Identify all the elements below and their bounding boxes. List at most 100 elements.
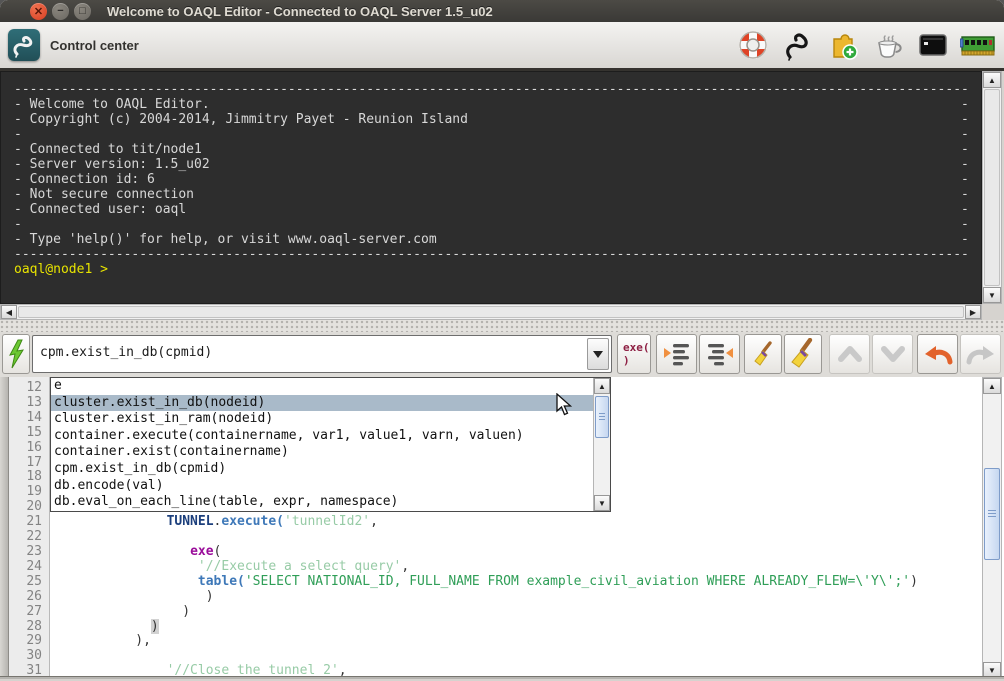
line-number: 20: [26, 500, 42, 515]
line-number: 18: [26, 470, 42, 485]
line-number: 15: [26, 426, 42, 441]
big-broom-icon: [788, 338, 818, 370]
editor-vscroll-thumb[interactable]: [984, 468, 1000, 560]
autocomplete-item[interactable]: cpm.exist_in_db(cpmid): [51, 461, 593, 478]
format-shift-left-icon: [705, 340, 735, 368]
coffee-icon[interactable]: [869, 26, 907, 64]
autocomplete-dropdown: ecluster.exist_in_db(nodeid)cluster.exis…: [50, 377, 611, 512]
terminal-line: - Not secure connection -: [14, 187, 969, 202]
line-number: 28: [26, 620, 42, 635]
undo-button[interactable]: [917, 334, 958, 374]
command-combobox[interactable]: cpm.exist_in_db(cpmid): [32, 335, 612, 373]
small-broom-icon: [750, 340, 776, 368]
redo-button[interactable]: [960, 334, 1001, 374]
redo-icon: [966, 341, 996, 367]
titlebar[interactable]: ✕ − □ Welcome to OAQL Editor - Connected…: [0, 0, 1004, 22]
console-scroll-down-icon[interactable]: ▼: [983, 287, 1001, 303]
code-line: exe(: [57, 545, 918, 560]
line-number: 12: [26, 381, 42, 396]
execute-lightning-button[interactable]: [2, 334, 30, 374]
editor-scroll-up-icon[interactable]: ▲: [983, 378, 1001, 394]
console-vscroll-thumb[interactable]: [984, 89, 1000, 286]
plugin-add-icon[interactable]: [824, 26, 862, 64]
console-output-panel[interactable]: ----------------------------------------…: [0, 71, 982, 304]
code-line: [57, 649, 918, 664]
terminal-line: - Connection id: 6 -: [14, 172, 969, 187]
autocomplete-scrollbar[interactable]: ▲ ▼: [593, 378, 610, 511]
oaql-editor-window: ✕ − □ Welcome to OAQL Editor - Connected…: [0, 0, 1004, 681]
console-hscroll-thumb[interactable]: [18, 306, 964, 318]
line-number: 25: [26, 575, 42, 590]
control-center-toolbar: Control center: [0, 22, 1004, 71]
terminal-line: ----------------------------------------…: [14, 82, 969, 97]
history-down-button[interactable]: [872, 334, 913, 374]
editor-collapse-strip[interactable]: [0, 377, 9, 679]
history-up-button[interactable]: [829, 334, 870, 374]
code-line: TUNNEL.execute('tunnelId2',: [57, 515, 918, 530]
code-line: ): [57, 605, 918, 620]
console-scroll-left-icon[interactable]: ◀: [1, 305, 17, 319]
autocomplete-scroll-down-icon[interactable]: ▼: [594, 495, 610, 511]
line-number: 29: [26, 634, 42, 649]
editor-bottom-border: [0, 676, 1004, 679]
autocomplete-scroll-thumb[interactable]: [595, 396, 609, 438]
terminal-line: - Connected user: oaql -: [14, 202, 969, 217]
autocomplete-list: ecluster.exist_in_db(nodeid)cluster.exis…: [51, 378, 593, 511]
terminal-line: - Server version: 1.5_u02 -: [14, 157, 969, 172]
terminal-line: - Copyright (c) 2004-2014, Jimmitry Paye…: [14, 112, 969, 127]
lifebuoy-help-icon[interactable]: [734, 26, 772, 64]
line-number: 17: [26, 456, 42, 471]
exe-button-line2: ): [623, 354, 630, 367]
autocomplete-item[interactable]: cluster.exist_in_ram(nodeid): [51, 411, 593, 428]
code-line: ): [57, 620, 918, 635]
minimize-button[interactable]: −: [52, 3, 69, 20]
autocomplete-item[interactable]: db.eval_on_each_line(table, expr, namesp…: [51, 494, 593, 511]
line-number: 16: [26, 441, 42, 456]
terminal-line: ----------------------------------------…: [14, 247, 969, 262]
format-shift-left-button[interactable]: [699, 334, 740, 374]
autocomplete-item[interactable]: container.execute(containername, var1, v…: [51, 428, 593, 445]
toolbar-label: Control center: [50, 38, 139, 53]
combo-dropdown-button[interactable]: [587, 338, 609, 370]
autocomplete-scroll-up-icon[interactable]: ▲: [594, 378, 610, 394]
line-number: 19: [26, 485, 42, 500]
code-line: ): [57, 590, 918, 605]
terminal-screen-icon[interactable]: [914, 26, 952, 64]
line-number: 14: [26, 411, 42, 426]
format-shift-right-button[interactable]: [656, 334, 697, 374]
undo-icon: [923, 341, 953, 367]
mouse-cursor: [556, 393, 572, 416]
chevron-up-icon: [836, 342, 864, 366]
terminal-output: ----------------------------------------…: [14, 82, 969, 277]
maximize-button[interactable]: □: [74, 3, 91, 20]
line-number-gutter: 1213141516171819202122232425262728293031: [9, 377, 50, 679]
autocomplete-item[interactable]: container.exist(containername): [51, 444, 593, 461]
line-number: 24: [26, 560, 42, 575]
clean-all-button[interactable]: [784, 334, 822, 374]
terminal-line: - Type 'help()' for help, or visit www.o…: [14, 232, 969, 247]
line-number: 13: [26, 396, 42, 411]
snake-icon[interactable]: [779, 26, 817, 64]
clean-line-button[interactable]: [744, 334, 782, 374]
console-scroll-up-icon[interactable]: ▲: [983, 72, 1001, 88]
line-number: 26: [26, 590, 42, 605]
code-editor[interactable]: 1213141516171819202122232425262728293031…: [0, 377, 1004, 679]
autocomplete-item[interactable]: cluster.exist_in_db(nodeid): [51, 395, 593, 412]
code-line: [57, 530, 918, 545]
close-button[interactable]: ✕: [30, 3, 47, 20]
app-snake-icon: [8, 29, 40, 61]
memory-card-icon[interactable]: [959, 26, 997, 64]
command-input[interactable]: cpm.exist_in_db(cpmid): [40, 345, 212, 360]
splitter-handle[interactable]: [0, 320, 1004, 332]
autocomplete-item[interactable]: e: [51, 378, 593, 395]
code-line: table('SELECT NATIONAL_ID, FULL_NAME FRO…: [57, 575, 918, 590]
line-number: 21: [26, 515, 42, 530]
exe-button-line1: exe(: [623, 341, 650, 354]
code-line: '//Execute a select query',: [57, 560, 918, 575]
autocomplete-item[interactable]: db.encode(val): [51, 478, 593, 495]
terminal-line: - -: [14, 217, 969, 232]
command-bar: cpm.exist_in_db(cpmid) exe( ): [0, 332, 1004, 377]
exe-wrap-button[interactable]: exe( ): [617, 334, 651, 374]
window-title: Welcome to OAQL Editor - Connected to OA…: [107, 4, 493, 19]
console-scroll-right-icon[interactable]: ▶: [965, 305, 981, 319]
